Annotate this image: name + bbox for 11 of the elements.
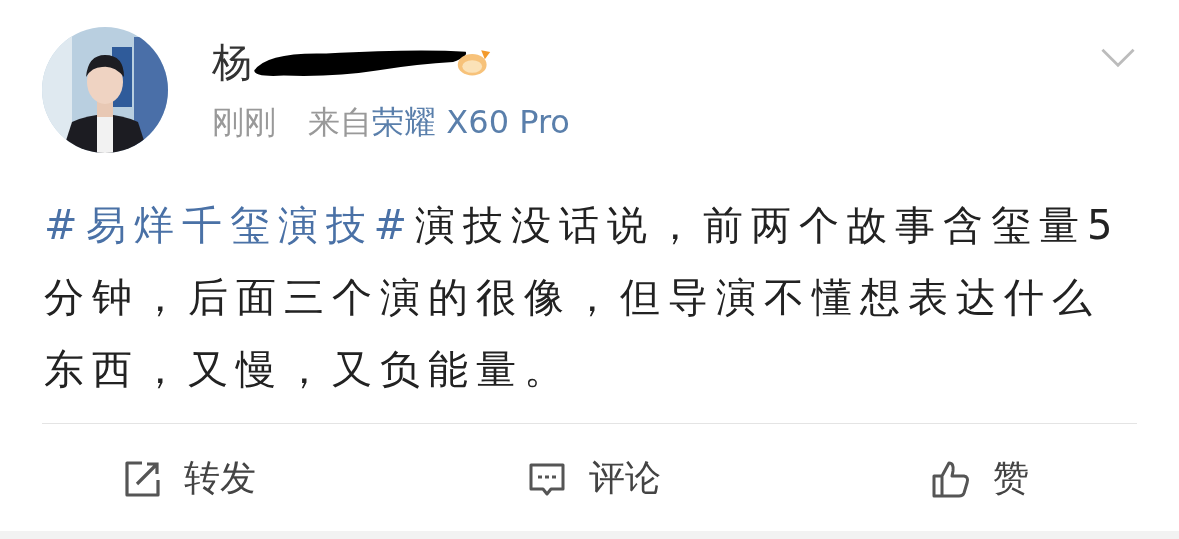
- share-icon: [122, 458, 162, 499]
- comment-button[interactable]: 评论: [526, 454, 661, 503]
- hashtag-link[interactable]: #易烊千玺演技#: [44, 202, 416, 248]
- source-label: 来自: [308, 103, 373, 141]
- post-time: 刚刚: [212, 103, 276, 141]
- username[interactable]: 杨: [212, 34, 252, 90]
- post-text: #易烊千玺演技#演技没话说，前两个故事含玺量5分钟，后面三个演的很像，但导演不懂想表达什么东西，又慢，又负能量。: [44, 201, 1122, 394]
- repost-button[interactable]: 转发: [122, 454, 256, 503]
- source-link[interactable]: 荣耀 X60 Pro: [372, 103, 570, 141]
- chevron-down-icon[interactable]: [1099, 47, 1137, 69]
- like-button[interactable]: 赞: [931, 454, 1029, 503]
